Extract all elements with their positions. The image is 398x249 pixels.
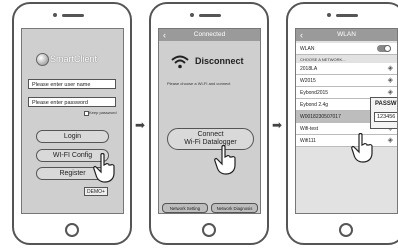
nav-bar: ‹ Connected xyxy=(159,29,260,41)
app-logo-text: SmartClient xyxy=(50,54,98,64)
network-row[interactable]: W2015 ◈ xyxy=(296,75,397,87)
pointing-hand-icon xyxy=(214,145,236,175)
section-label: CHOOSE A NETWORK... xyxy=(300,57,346,62)
connect-hint: Please choose a WI-FI and connect xyxy=(167,81,231,86)
screen-login: SmartClient Please enter user name Pleas… xyxy=(21,28,124,214)
flow-arrow-icon: ➡ xyxy=(272,118,283,132)
wlan-toggle[interactable] xyxy=(377,45,391,52)
wifi-signal-icon: ◈ xyxy=(387,65,393,72)
nav-title: WLAN xyxy=(337,31,356,38)
login-button[interactable]: Login xyxy=(36,130,109,143)
pointing-hand-icon xyxy=(93,153,115,183)
wlan-toggle-row: WLAN xyxy=(296,43,397,55)
network-name: 2018LA xyxy=(300,66,318,72)
home-button[interactable] xyxy=(65,223,79,237)
camera-dot xyxy=(53,13,57,17)
wifi-signal-icon: ◈ xyxy=(387,89,393,96)
tab-network-diagnosis[interactable]: Network Diagnosis xyxy=(211,203,258,213)
demo-button[interactable]: DEMO+ xyxy=(84,187,108,196)
flow-arrow-icon: ➡ xyxy=(135,118,146,132)
username-field[interactable]: Please enter user name xyxy=(28,79,116,89)
network-name: Wifi-test xyxy=(300,126,319,132)
phone-2: ‹ Connected Disconnect Please choose a W… xyxy=(149,2,269,245)
network-name: W2015 xyxy=(300,78,316,84)
home-button[interactable] xyxy=(339,223,353,237)
network-name: Eybond 2.4g xyxy=(300,102,329,108)
password-title: PASSW xyxy=(375,101,397,107)
remember-label: Keep password xyxy=(89,110,117,115)
password-input[interactable]: 123456 xyxy=(374,112,397,122)
wifi-signal-icon: ◈ xyxy=(387,137,393,144)
network-name: Eybond2015 xyxy=(300,90,329,96)
password-field[interactable]: Please enter password xyxy=(28,97,116,107)
speaker xyxy=(336,14,358,17)
camera-dot xyxy=(190,13,194,17)
tab-network-setting[interactable]: Network Setting xyxy=(162,203,208,213)
network-name: Wifi111 xyxy=(300,138,316,144)
connect-datalogger-button[interactable]: Connect Wi-Fi Datalogger xyxy=(167,128,254,150)
toggle-knob xyxy=(384,45,391,52)
nav-bar: ‹ WLAN xyxy=(296,29,397,41)
wifi-signal-icon: ◈ xyxy=(387,77,393,84)
wifi-icon xyxy=(171,55,189,69)
connect-label-line2: Wi-Fi Datalogger xyxy=(184,139,237,146)
camera-dot xyxy=(327,13,331,17)
connect-label-line1: Connect xyxy=(197,131,224,138)
wlan-label: WLAN xyxy=(300,46,315,52)
nav-title: Connected xyxy=(193,31,226,38)
screen-wlan: ‹ WLAN WLAN CHOOSE A NETWORK... 2018LA ◈ W… xyxy=(295,28,398,214)
connection-status: Disconnect xyxy=(195,56,244,66)
phone-3: ‹ WLAN WLAN CHOOSE A NETWORK... 2018LA ◈ W… xyxy=(286,2,398,245)
password-popup: PASSW 123456 xyxy=(370,97,397,129)
pointing-hand-icon xyxy=(351,133,373,163)
network-row[interactable]: 2018LA ◈ xyxy=(296,63,397,75)
network-row[interactable]: Wifi111 ◈ xyxy=(296,135,397,147)
phone-1: SmartClient Please enter user name Pleas… xyxy=(12,2,132,245)
network-name: W0018230507017 xyxy=(300,114,341,120)
speaker xyxy=(199,14,221,17)
screen-connect: ‹ Connected Disconnect Please choose a W… xyxy=(158,28,261,214)
speaker xyxy=(62,14,84,17)
home-button[interactable] xyxy=(202,223,216,237)
app-logo-icon xyxy=(36,53,49,66)
